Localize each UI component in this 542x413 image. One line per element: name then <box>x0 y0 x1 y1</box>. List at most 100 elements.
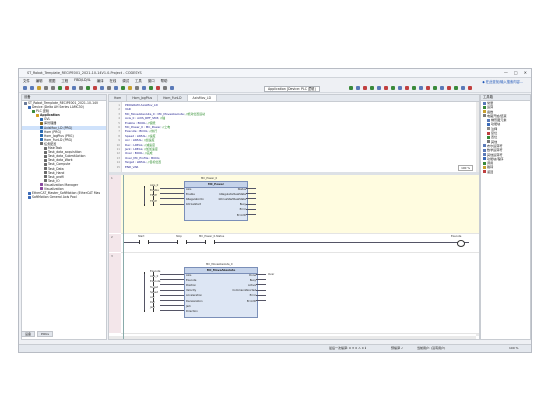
toolbar-button-icon[interactable] <box>128 86 132 90</box>
toolbar-button-icon[interactable] <box>370 86 374 90</box>
declaration-comment: //绝对位置运动 <box>184 111 205 116</box>
toolbar-button-icon[interactable] <box>23 86 27 90</box>
ladder-network-area[interactable]: 1 2 3 MC_Power_0 MC_Power Axis Enable bRegulato… <box>109 175 479 339</box>
tree-item-label: SoftMotion General Axis Pool <box>32 195 77 200</box>
declaration-line[interactable]: Enable : BOOL; //使能 <box>125 121 155 125</box>
contact-symbol[interactable] <box>177 240 187 244</box>
toolbar-button-icon[interactable] <box>349 86 353 90</box>
toolbar-button-icon[interactable] <box>461 86 465 90</box>
declaration-line[interactable]: Over : BOOL; //完成 <box>125 151 153 155</box>
toolbar-button-icon[interactable] <box>58 86 62 90</box>
rung-background[interactable] <box>121 234 479 253</box>
panel-tab[interactable]: POUs <box>37 331 53 337</box>
help-search-link[interactable]: ◆ 在此查找/输入搜索内容... <box>482 79 523 84</box>
toolbar-button-icon[interactable] <box>426 86 430 90</box>
toolbar-button-icon[interactable] <box>384 86 388 90</box>
toolbar-button-icon[interactable] <box>114 86 118 90</box>
close-button[interactable]: ✕ <box>524 70 527 75</box>
declaration-line[interactable]: Target : LREAL; //目标位置 <box>125 160 161 164</box>
menu-item[interactable]: 调试 <box>122 78 129 84</box>
declaration-line[interactable]: Dec : LREAL; //减速度 <box>125 143 155 147</box>
toolbar-button-icon[interactable] <box>149 86 153 90</box>
declaration-line[interactable]: Acc : LREAL; //加速度 <box>125 138 154 142</box>
menu-item[interactable]: 编译 <box>97 78 104 84</box>
input-wire <box>160 193 184 195</box>
menu-item[interactable]: 视图 <box>49 78 56 84</box>
menu-item[interactable]: 编辑 <box>36 78 43 84</box>
contact-symbol[interactable] <box>139 240 149 244</box>
menu-item[interactable]: 在线 <box>109 78 116 84</box>
editor-tab[interactable]: Hom_FunLD <box>158 95 188 101</box>
toolbar-button-icon[interactable] <box>170 86 174 90</box>
panel-tab[interactable]: 设备 <box>21 331 36 337</box>
coil-label[interactable]: Execute <box>451 235 461 238</box>
application-selector[interactable]: Application [Device: PLC 逻辑] <box>264 86 320 92</box>
contact-label[interactable]: Stop <box>176 235 182 238</box>
toolbar-button-icon[interactable] <box>142 86 146 90</box>
function-block[interactable]: MC_Power Axis Enable bRegulatorOn bDriveStar… <box>184 181 248 222</box>
output-variable[interactable]: Over <box>268 273 274 276</box>
declaration-line[interactable]: VAR <box>125 107 131 111</box>
toolbar-button-icon[interactable] <box>433 86 437 90</box>
contact-label[interactable]: MC_Power_0.Status <box>199 235 224 238</box>
menu-item[interactable]: FBD/LD/IL <box>74 78 91 84</box>
maximize-button[interactable]: □ <box>514 70 518 75</box>
toolbar-button-icon[interactable] <box>93 86 97 90</box>
declaration-pane[interactable]: 1 2 3 4 5 6 7 8 9 10 11 12 13 14 15 PROGRAM AxisMov_LD… <box>109 102 479 173</box>
declaration-line[interactable]: PROGRAM AxisMov_LD <box>125 103 158 107</box>
toolbar-button-icon[interactable] <box>163 86 167 90</box>
toolbar-button-icon[interactable] <box>86 86 90 90</box>
contact-label[interactable]: Start <box>138 235 144 238</box>
contact-symbol[interactable] <box>144 201 154 206</box>
declaration-line[interactable]: Execute : BOOL; //执行 <box>125 129 157 133</box>
minimize-button[interactable]: — <box>504 70 508 75</box>
toolbar-button-icon[interactable] <box>72 86 76 90</box>
toolbar-button-icon[interactable] <box>398 86 402 90</box>
toolbar-button-icon[interactable] <box>377 86 381 90</box>
menu-item[interactable]: 工程 <box>61 78 68 84</box>
toolbar-button-icon[interactable] <box>419 86 423 90</box>
line-number: 14 <box>116 160 120 165</box>
toolbar-button-icon[interactable] <box>30 86 34 90</box>
declaration-line[interactable]: Axis_0 : AXIS_REF_SM3; //轴 <box>125 116 165 120</box>
zoom-indicator[interactable]: 100 % <box>458 165 473 171</box>
declaration-scrollbar[interactable] <box>476 102 479 172</box>
toolbar-button-icon[interactable] <box>412 86 416 90</box>
toolbar-button-icon[interactable] <box>356 86 360 90</box>
toolbar-button-icon[interactable] <box>440 86 444 90</box>
tree-item[interactable]: SoftMotion General Axis Pool <box>22 195 106 199</box>
coil-symbol[interactable] <box>457 239 465 247</box>
toolbar-button-icon[interactable] <box>363 86 367 90</box>
rung-background[interactable] <box>121 253 479 334</box>
menu-item[interactable]: 工具 <box>135 78 142 84</box>
toolbar-button-icon[interactable] <box>107 86 111 90</box>
menu-item[interactable]: 帮助 <box>161 78 168 84</box>
toolbar-button-icon[interactable] <box>37 86 41 90</box>
declaration-line[interactable]: END_VAR <box>125 165 138 169</box>
toolbar-button-icon[interactable] <box>65 86 69 90</box>
toolbar-button-icon[interactable] <box>44 86 48 90</box>
editor-tab[interactable]: Hom <box>109 95 128 101</box>
toolbar-button-icon[interactable] <box>405 86 409 90</box>
editor-tab[interactable]: AxisMov_LD <box>187 95 217 101</box>
toolbar-button-icon[interactable] <box>121 86 125 90</box>
toolbar-button-icon[interactable] <box>391 86 395 90</box>
ladder-horizontal-scrollbar[interactable] <box>109 336 476 339</box>
contact-symbol[interactable] <box>144 308 154 313</box>
toolbar-button-icon[interactable] <box>447 86 451 90</box>
function-block[interactable]: MC_MoveAbsolute Axis Execute Position Veloci… <box>184 267 258 318</box>
toolbar-button-icon[interactable] <box>51 86 55 90</box>
contact-symbol[interactable] <box>205 240 215 244</box>
toolbar-button-icon[interactable] <box>79 86 83 90</box>
menu-item[interactable]: 文件 <box>23 78 30 84</box>
toolbar-button-icon[interactable] <box>468 86 472 90</box>
toolbar-button-icon[interactable] <box>156 86 160 90</box>
toolbar-button-icon[interactable] <box>100 86 104 90</box>
menu-item[interactable]: 窗口 <box>148 78 155 84</box>
toolbar-button-icon[interactable] <box>135 86 139 90</box>
fb-input-pin: bDriveStart <box>186 203 201 207</box>
tree-node-icon <box>40 117 43 121</box>
toolbox-item[interactable]: 返回 <box>481 170 530 174</box>
toolbar-button-icon[interactable] <box>454 86 458 90</box>
editor-tab[interactable]: Hom_JogPlus <box>127 95 159 101</box>
